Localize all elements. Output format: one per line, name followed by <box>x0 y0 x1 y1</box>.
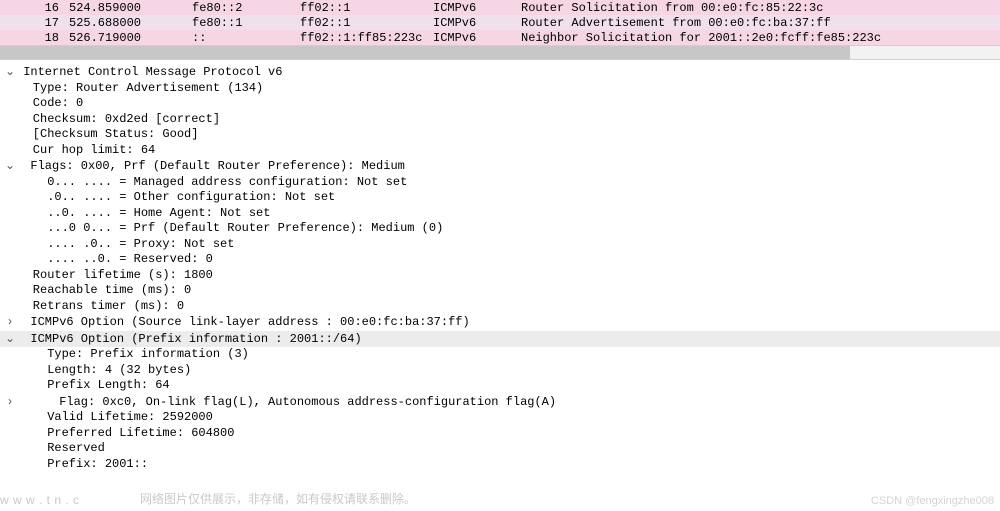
watermark-right: CSDN @fengxingzhe008 <box>871 495 994 507</box>
opt-sll-label: ICMPv6 Option (Source link-layer address… <box>16 315 470 329</box>
cell-proto: ICMPv6 <box>429 15 517 30</box>
field-reachable-time[interactable]: Reachable time (ms): 0 <box>0 283 1000 299</box>
prefix-type[interactable]: Type: Prefix information (3) <box>0 347 1000 363</box>
flags-label: Flags: 0x00, Prf (Default Router Prefere… <box>16 159 405 173</box>
tree-flags[interactable]: ⌄ Flags: 0x00, Prf (Default Router Prefe… <box>0 158 1000 175</box>
cell-no: 16 <box>0 0 65 15</box>
chevron-down-icon[interactable]: ⌄ <box>4 331 16 347</box>
prefix-value[interactable]: Prefix: 2001:: <box>0 457 1000 473</box>
field-checksum-status[interactable]: [Checksum Status: Good] <box>0 127 1000 143</box>
cell-time: 524.859000 <box>65 0 188 15</box>
field-code[interactable]: Code: 0 <box>0 96 1000 112</box>
watermark-left: w w w . t n . c <box>0 493 80 507</box>
cell-no: 18 <box>0 30 65 45</box>
scrollbar-thumb[interactable] <box>0 46 850 59</box>
chevron-down-icon[interactable]: ⌄ <box>4 158 16 174</box>
flag-prf[interactable]: ...0 0... = Prf (Default Router Preferen… <box>0 221 1000 237</box>
flag-proxy[interactable]: .... .0.. = Proxy: Not set <box>0 237 1000 253</box>
horizontal-scrollbar[interactable] <box>0 45 1000 60</box>
flag-managed[interactable]: 0... .... = Managed address configuratio… <box>0 175 1000 191</box>
cell-proto: ICMPv6 <box>429 0 517 15</box>
cell-info: Router Solicitation from 00:e0:fc:85:22:… <box>517 0 1000 15</box>
field-checksum[interactable]: Checksum: 0xd2ed [correct] <box>0 112 1000 128</box>
packet-list[interactable]: 16524.859000fe80::2ff02::1ICMPv6Router S… <box>0 0 1000 45</box>
flag-home-agent[interactable]: ..0. .... = Home Agent: Not set <box>0 206 1000 222</box>
prefix-flag[interactable]: › Flag: 0xc0, On-link flag(L), Autonomou… <box>0 394 1000 411</box>
cell-src: fe80::1 <box>188 15 296 30</box>
cell-src: :: <box>188 30 296 45</box>
packet-row[interactable]: 16524.859000fe80::2ff02::1ICMPv6Router S… <box>0 0 1000 15</box>
prefix-valid-lifetime[interactable]: Valid Lifetime: 2592000 <box>0 410 1000 426</box>
packet-row[interactable]: 18526.719000::ff02::1:ff85:223cICMPv6Nei… <box>0 30 1000 45</box>
prefix-reserved[interactable]: Reserved <box>0 441 1000 457</box>
prefix-length-bytes[interactable]: Length: 4 (32 bytes) <box>0 363 1000 379</box>
cell-time: 526.719000 <box>65 30 188 45</box>
cell-dst: ff02::1 <box>296 15 429 30</box>
packet-details-pane[interactable]: ⌄ Internet Control Message Protocol v6 T… <box>0 60 1000 472</box>
cell-dst: ff02::1:ff85:223c <box>296 30 429 45</box>
flag-reserved[interactable]: .... ..0. = Reserved: 0 <box>0 252 1000 268</box>
field-router-lifetime[interactable]: Router lifetime (s): 1800 <box>0 268 1000 284</box>
tree-root[interactable]: ⌄ Internet Control Message Protocol v6 <box>0 64 1000 81</box>
proto-name: Internet Control Message Protocol v6 <box>23 65 282 79</box>
disclaimer-text: 网络图片仅供展示，非存储，如有侵权请联系删除。 <box>140 490 416 507</box>
cell-src: fe80::2 <box>188 0 296 15</box>
field-retrans-timer[interactable]: Retrans timer (ms): 0 <box>0 299 1000 315</box>
field-type[interactable]: Type: Router Advertisement (134) <box>0 81 1000 97</box>
cell-info: Neighbor Solicitation for 2001::2e0:fcff… <box>517 30 1000 45</box>
prefix-length[interactable]: Prefix Length: 64 <box>0 378 1000 394</box>
prefix-preferred-lifetime[interactable]: Preferred Lifetime: 604800 <box>0 426 1000 442</box>
tree-opt-sll[interactable]: › ICMPv6 Option (Source link-layer addre… <box>0 314 1000 331</box>
chevron-down-icon[interactable]: ⌄ <box>4 64 16 80</box>
tree-opt-prefix[interactable]: ⌄ ICMPv6 Option (Prefix information : 20… <box>0 331 1000 348</box>
packet-row[interactable]: 17525.688000fe80::1ff02::1ICMPv6Router A… <box>0 15 1000 30</box>
chevron-right-icon[interactable]: › <box>4 314 16 330</box>
cell-info: Router Advertisement from 00:e0:fc:ba:37… <box>517 15 1000 30</box>
field-cur-hop-limit[interactable]: Cur hop limit: 64 <box>0 143 1000 159</box>
chevron-right-icon[interactable]: › <box>4 394 16 410</box>
cell-no: 17 <box>0 15 65 30</box>
opt-prefix-label: ICMPv6 Option (Prefix information : 2001… <box>16 332 362 346</box>
flag-other[interactable]: .0.. .... = Other configuration: Not set <box>0 190 1000 206</box>
cell-time: 525.688000 <box>65 15 188 30</box>
cell-dst: ff02::1 <box>296 0 429 15</box>
prefix-flag-label: Flag: 0xc0, On-link flag(L), Autonomous … <box>16 395 556 409</box>
cell-proto: ICMPv6 <box>429 30 517 45</box>
